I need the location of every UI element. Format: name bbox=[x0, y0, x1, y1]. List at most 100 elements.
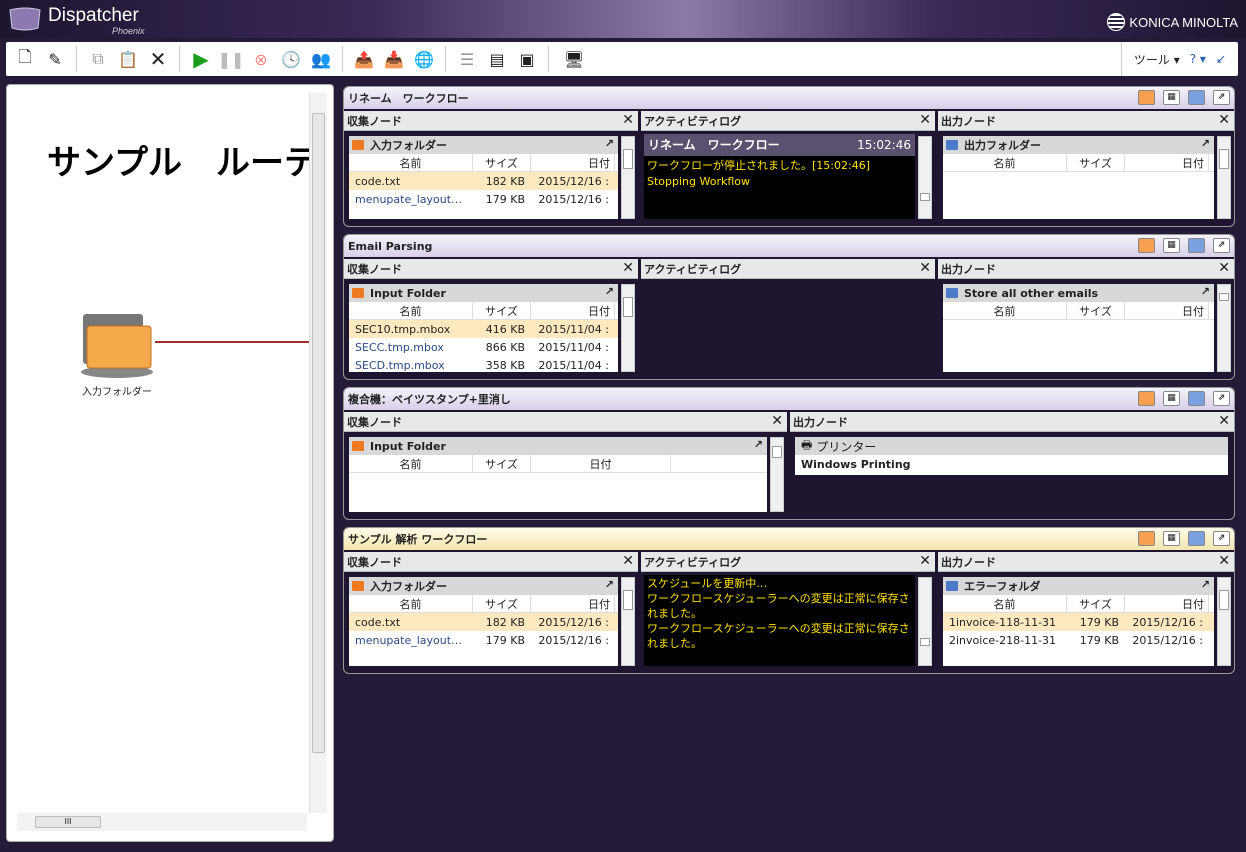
orange-folder-icon[interactable] bbox=[1138, 531, 1155, 546]
col-size[interactable]: サイズ bbox=[473, 595, 531, 612]
vscroll-thumb[interactable] bbox=[920, 193, 930, 201]
close-icon[interactable]: ✕ bbox=[771, 413, 783, 429]
col-size[interactable]: サイズ bbox=[1067, 595, 1125, 612]
open-arrow-icon[interactable]: ↗ bbox=[1201, 137, 1210, 150]
col-name[interactable]: 名前 bbox=[349, 595, 473, 612]
list-view-icon[interactable]: ☰ bbox=[454, 46, 480, 72]
table-row[interactable]: SECD.tmp.mbox 358 KB 2015/11/04 : bbox=[349, 356, 618, 372]
table-row[interactable]: SEC10.tmp.mbox 416 KB 2015/11/04 : bbox=[349, 320, 618, 338]
col-name[interactable]: 名前 bbox=[943, 302, 1067, 319]
close-icon[interactable]: ✕ bbox=[1218, 413, 1230, 429]
table-row[interactable]: SECC.tmp.mbox 866 KB 2015/11/04 : bbox=[349, 338, 618, 356]
report-icon[interactable]: ▦ bbox=[1163, 90, 1180, 105]
vscroll[interactable] bbox=[1217, 284, 1231, 372]
canvas-hscroll-thumb[interactable]: III bbox=[35, 816, 101, 828]
delete-icon[interactable]: ✕ bbox=[145, 46, 171, 72]
vscroll-thumb[interactable] bbox=[772, 446, 782, 458]
col-date[interactable]: 日付 bbox=[1125, 154, 1209, 171]
open-arrow-icon[interactable]: ↗ bbox=[754, 438, 763, 451]
table-row[interactable]: menupate_layout… 179 KB 2015/12/16 : bbox=[349, 190, 618, 208]
col-size[interactable]: サイズ bbox=[1067, 154, 1125, 171]
vscroll[interactable] bbox=[918, 136, 932, 219]
col-size[interactable]: サイズ bbox=[473, 302, 531, 319]
table-row[interactable]: code.txt 182 KB 2015/12/16 : bbox=[349, 172, 618, 190]
vscroll[interactable] bbox=[1217, 136, 1231, 219]
open-arrow-icon[interactable]: ↗ bbox=[1201, 578, 1210, 591]
open-arrow-icon[interactable]: ↗ bbox=[1201, 285, 1210, 298]
vscroll-thumb[interactable] bbox=[623, 149, 633, 169]
col-date[interactable]: 日付 bbox=[531, 154, 615, 171]
col-date[interactable]: 日付 bbox=[531, 302, 615, 319]
popout-icon[interactable]: ⇗ bbox=[1213, 238, 1230, 253]
col-date[interactable]: 日付 bbox=[531, 595, 615, 612]
col-date[interactable]: 日付 bbox=[531, 455, 671, 472]
close-icon[interactable]: ✕ bbox=[1218, 553, 1230, 569]
close-icon[interactable]: ✕ bbox=[622, 260, 634, 276]
col-size[interactable]: サイズ bbox=[473, 455, 531, 472]
close-icon[interactable]: ✕ bbox=[1218, 112, 1230, 128]
schedule-icon[interactable]: 🕓 bbox=[278, 46, 304, 72]
popout-icon[interactable]: ⇗ bbox=[1213, 531, 1230, 546]
canvas-vscroll[interactable] bbox=[309, 93, 327, 813]
paste-icon[interactable]: 📋 bbox=[115, 46, 141, 72]
canvas-hscroll[interactable]: III bbox=[17, 813, 307, 831]
vscroll-thumb[interactable] bbox=[623, 590, 633, 610]
new-icon[interactable]: 🗋 bbox=[12, 46, 38, 72]
orange-folder-icon[interactable] bbox=[1138, 238, 1155, 253]
canvas-vscroll-thumb[interactable] bbox=[312, 113, 325, 753]
col-name[interactable]: 名前 bbox=[943, 595, 1067, 612]
stop-icon[interactable]: ⊗ bbox=[248, 46, 274, 72]
collapse-icon[interactable]: ↙ bbox=[1216, 52, 1226, 66]
export-icon[interactable]: 📤 bbox=[351, 46, 377, 72]
globe-icon[interactable]: 🌐 bbox=[411, 46, 437, 72]
vscroll[interactable] bbox=[621, 284, 635, 372]
col-name[interactable]: 名前 bbox=[349, 154, 473, 171]
help-menu[interactable]: ? ▾ bbox=[1190, 52, 1206, 66]
table-row[interactable]: menupate_layout… 179 KB 2015/12/16 : bbox=[349, 631, 618, 649]
col-name[interactable]: 名前 bbox=[349, 302, 473, 319]
printer-node[interactable]: 🖶 プリンター Windows Printing bbox=[795, 437, 1228, 475]
blue-folder-icon[interactable] bbox=[1188, 90, 1205, 105]
detail-view-icon[interactable]: ▤ bbox=[484, 46, 510, 72]
col-size[interactable]: サイズ bbox=[473, 154, 531, 171]
copy-icon[interactable]: ⧉ bbox=[85, 46, 111, 72]
close-icon[interactable]: ✕ bbox=[622, 553, 634, 569]
run-icon[interactable]: ▶ bbox=[188, 46, 214, 72]
monitor-icon[interactable]: ▣ bbox=[514, 46, 540, 72]
close-icon[interactable]: ✕ bbox=[919, 260, 931, 276]
blue-folder-icon[interactable] bbox=[1188, 391, 1205, 406]
orange-folder-icon[interactable] bbox=[1138, 90, 1155, 105]
close-icon[interactable]: ✕ bbox=[919, 553, 931, 569]
close-icon[interactable]: ✕ bbox=[1218, 260, 1230, 276]
vscroll-thumb[interactable] bbox=[1219, 293, 1229, 301]
vscroll-thumb[interactable] bbox=[920, 638, 930, 646]
col-name[interactable]: 名前 bbox=[349, 455, 473, 472]
vscroll[interactable] bbox=[621, 577, 635, 666]
report-icon[interactable]: ▦ bbox=[1163, 391, 1180, 406]
vscroll-thumb[interactable] bbox=[1219, 590, 1229, 610]
blue-folder-icon[interactable] bbox=[1188, 238, 1205, 253]
vscroll[interactable] bbox=[770, 437, 784, 512]
col-date[interactable]: 日付 bbox=[1125, 595, 1209, 612]
users-icon[interactable]: 👥 bbox=[308, 46, 334, 72]
vscroll[interactable] bbox=[621, 136, 635, 219]
tools-menu[interactable]: ツール ▾ bbox=[1134, 51, 1180, 68]
vscroll[interactable] bbox=[918, 577, 932, 666]
pause-icon[interactable]: ❚❚ bbox=[218, 46, 245, 72]
col-size[interactable]: サイズ bbox=[1067, 302, 1125, 319]
popout-icon[interactable]: ⇗ bbox=[1213, 391, 1230, 406]
close-icon[interactable]: ✕ bbox=[622, 112, 634, 128]
display-icon[interactable]: 🖥 bbox=[557, 46, 591, 72]
open-arrow-icon[interactable]: ↗ bbox=[605, 285, 614, 298]
report-icon[interactable]: ▦ bbox=[1163, 531, 1180, 546]
popout-icon[interactable]: ⇗ bbox=[1213, 90, 1230, 105]
table-row[interactable]: code.txt 182 KB 2015/12/16 : bbox=[349, 613, 618, 631]
report-icon[interactable]: ▦ bbox=[1163, 238, 1180, 253]
import-icon[interactable]: 📥 bbox=[381, 46, 407, 72]
open-arrow-icon[interactable]: ↗ bbox=[605, 578, 614, 591]
orange-folder-icon[interactable] bbox=[1138, 391, 1155, 406]
edit-icon[interactable]: ✎ bbox=[42, 46, 68, 72]
vscroll-thumb[interactable] bbox=[623, 297, 633, 317]
blue-folder-icon[interactable] bbox=[1188, 531, 1205, 546]
col-name[interactable]: 名前 bbox=[943, 154, 1067, 171]
